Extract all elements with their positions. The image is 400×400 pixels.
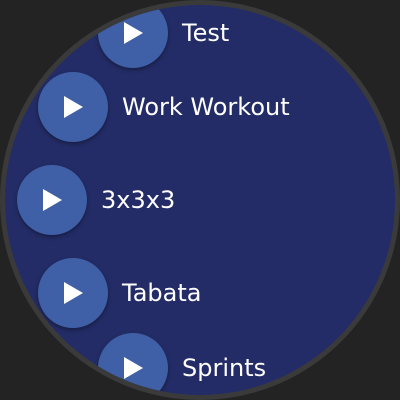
play-icon: [43, 189, 62, 211]
workout-label: 3x3x3: [101, 186, 176, 214]
play-button[interactable]: [98, 333, 168, 395]
play-button[interactable]: [38, 258, 108, 328]
workout-item-sprints[interactable]: Sprints: [98, 333, 266, 395]
workout-list[interactable]: Test Work Workout 3x3x3 Tabata Sprints: [5, 5, 395, 395]
workout-label: Work Workout: [122, 93, 290, 121]
workout-label: Sprints: [182, 354, 267, 382]
play-button[interactable]: [17, 165, 87, 235]
workout-item-3x3x3[interactable]: 3x3x3: [17, 165, 175, 235]
watch-face: Test Work Workout 3x3x3 Tabata Sprints: [5, 5, 395, 395]
play-icon: [64, 282, 83, 304]
play-icon: [124, 22, 143, 44]
workout-item-test[interactable]: Test: [98, 5, 229, 68]
play-button[interactable]: [38, 72, 108, 142]
play-button[interactable]: [98, 5, 168, 68]
workout-label: Tabata: [122, 279, 202, 307]
play-icon: [64, 96, 83, 118]
workout-item-work-workout[interactable]: Work Workout: [38, 72, 290, 142]
workout-label: Test: [182, 19, 230, 47]
workout-item-tabata[interactable]: Tabata: [38, 258, 201, 328]
play-icon: [124, 357, 143, 379]
watch-bezel: Test Work Workout 3x3x3 Tabata Sprints: [0, 0, 400, 400]
